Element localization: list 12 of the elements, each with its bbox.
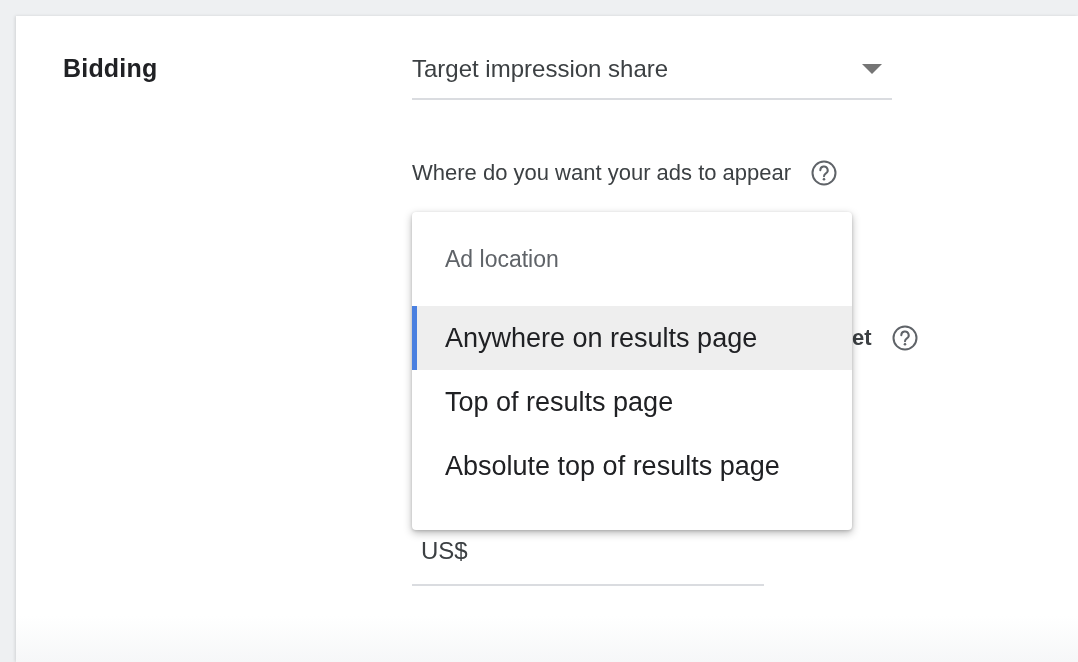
field-label: et (852, 324, 872, 352)
menu-option[interactable]: Anywhere on results page (412, 306, 852, 370)
bid-strategy-dropdown[interactable]: Target impression share (412, 40, 892, 100)
dropdown-caret-icon (862, 64, 882, 74)
question-label: Where do you want your ads to appear (412, 159, 792, 187)
help-icon[interactable] (811, 160, 838, 186)
menu-header: Ad location (445, 246, 559, 272)
menu-option[interactable]: Top of results page (412, 370, 852, 434)
amount-field[interactable]: US$ (412, 532, 764, 586)
menu-option[interactable]: Absolute top of results page (412, 434, 852, 498)
section-label: Bidding (63, 54, 158, 82)
help-icon[interactable] (891, 325, 918, 351)
